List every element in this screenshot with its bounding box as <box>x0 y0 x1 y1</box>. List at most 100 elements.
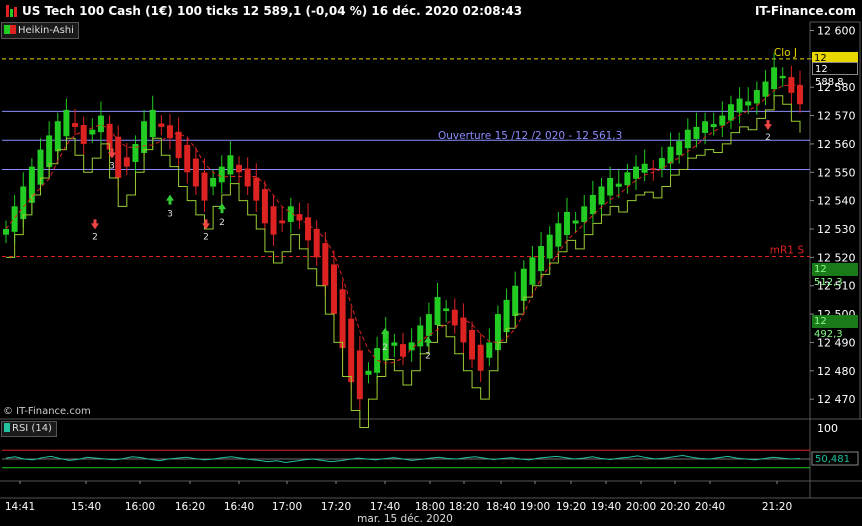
x-tick-label: 17:00 <box>272 501 302 513</box>
signal-label: 2 <box>219 218 225 228</box>
down-color-swatch <box>10 25 16 34</box>
candle-body <box>261 189 268 224</box>
candle-body <box>529 257 536 285</box>
rsi-value: 50,481 <box>815 454 850 465</box>
candle-body <box>339 289 346 349</box>
x-tick-label: 14:41 <box>5 501 35 513</box>
candle-body <box>417 325 424 347</box>
candle-body <box>11 206 18 232</box>
candle-body <box>227 155 234 175</box>
candle-body <box>141 121 148 153</box>
candle-body <box>581 206 588 222</box>
signal-down-arrow-icon <box>202 219 210 230</box>
candle-body <box>115 136 122 178</box>
x-tick-label: 18:40 <box>486 501 516 513</box>
y-tick-label: 12 540 <box>817 195 856 208</box>
heikin-ashi-legend[interactable]: Heikin-Ashi <box>1 22 79 39</box>
price-tag: 12 492,3 <box>812 315 858 340</box>
rsi-legend[interactable]: RSI (14) <box>1 421 57 437</box>
x-tick-label: 16:00 <box>125 501 155 513</box>
candle-body <box>279 220 286 224</box>
candle-body <box>166 125 173 139</box>
candle-body <box>46 135 53 168</box>
signal-label: 3 <box>167 210 173 220</box>
candle-body <box>451 309 458 326</box>
signal-up-arrow-icon <box>218 203 226 214</box>
candle-body <box>391 342 398 346</box>
level-label: mR1 S <box>770 245 805 257</box>
copyright-label: © IT-Finance.com <box>3 406 91 417</box>
candle-body <box>192 158 199 187</box>
candle-body <box>89 129 96 135</box>
signal-label: 2 <box>203 232 209 242</box>
candle-body <box>684 129 691 149</box>
candle-body <box>727 104 734 121</box>
candle-body <box>365 370 372 375</box>
candle-body <box>503 299 510 333</box>
level-label: Ouverture 15 /12 /2 020 - 12 561,3 <box>438 130 622 142</box>
signal-down-arrow-icon <box>764 120 772 131</box>
candle-body <box>512 285 519 316</box>
candles <box>3 53 803 411</box>
rsi-color-swatch <box>4 423 10 432</box>
x-tick-label: 19:40 <box>591 501 621 513</box>
candle-body <box>443 308 450 312</box>
price-tag: 12 588,8 <box>812 62 858 88</box>
y-tick-label: 12 480 <box>817 365 856 378</box>
x-tick-label: 18:00 <box>415 501 445 513</box>
candle-body <box>149 109 156 138</box>
candle-body <box>771 67 778 90</box>
candle-body <box>356 350 363 400</box>
x-tick-label: 20:00 <box>626 501 656 513</box>
candle-body <box>736 98 743 113</box>
candle-body <box>20 186 27 220</box>
candle-body <box>563 211 570 235</box>
candle-body <box>322 243 329 286</box>
candle-body <box>589 194 596 215</box>
y-tick-label: 12 470 <box>817 393 856 406</box>
candle-body <box>667 146 674 164</box>
date-label: mar. 15 déc. 2020 <box>357 513 453 525</box>
candle-body <box>753 90 760 104</box>
candle-body <box>469 330 476 360</box>
x-tick-label: 17:40 <box>370 501 400 513</box>
candle-body <box>296 214 303 221</box>
x-tick-label: 17:20 <box>321 501 351 513</box>
rsi-tick-label: 100 <box>817 422 838 435</box>
x-tick-label: 19:20 <box>556 501 586 513</box>
candle-body <box>175 131 182 159</box>
y-tick-label: 12 570 <box>817 110 856 123</box>
candle-body <box>555 223 562 247</box>
x-tick-label: 16:40 <box>224 501 254 513</box>
candle-body <box>650 168 657 170</box>
x-tick-label: 21:20 <box>762 501 792 513</box>
candle-body <box>702 121 709 133</box>
candle-body <box>538 246 545 272</box>
y-tick-label: 12 560 <box>817 138 856 151</box>
signal-label: 3 <box>109 161 115 171</box>
candle-body <box>797 84 803 105</box>
y-tick-label: 12 530 <box>817 223 856 236</box>
candle-body <box>3 229 9 235</box>
candle-body <box>779 75 786 79</box>
candle-body <box>400 344 406 357</box>
moving-average <box>5 84 801 364</box>
y-tick-label: 12 550 <box>817 166 856 179</box>
candle-body <box>72 123 79 127</box>
candle-body <box>330 264 337 315</box>
candle-body <box>97 115 104 133</box>
x-tick-label: 20:40 <box>695 501 725 513</box>
x-tick-label: 15:40 <box>71 501 101 513</box>
candle-body <box>546 234 553 259</box>
candle-body <box>745 101 752 106</box>
candle-body <box>477 344 484 371</box>
price-tag: 12 512,3 <box>812 263 858 288</box>
candle-body <box>54 121 61 152</box>
candle-body <box>633 166 640 179</box>
chart-canvas[interactable]: 12 60012 59012 58012 57012 56012 55012 5… <box>0 0 862 526</box>
candle-body <box>63 109 70 137</box>
x-tick-label: 18:20 <box>449 501 479 513</box>
candle-body <box>607 177 614 196</box>
candle-body <box>253 177 260 201</box>
signal-label: 2 <box>425 351 431 361</box>
